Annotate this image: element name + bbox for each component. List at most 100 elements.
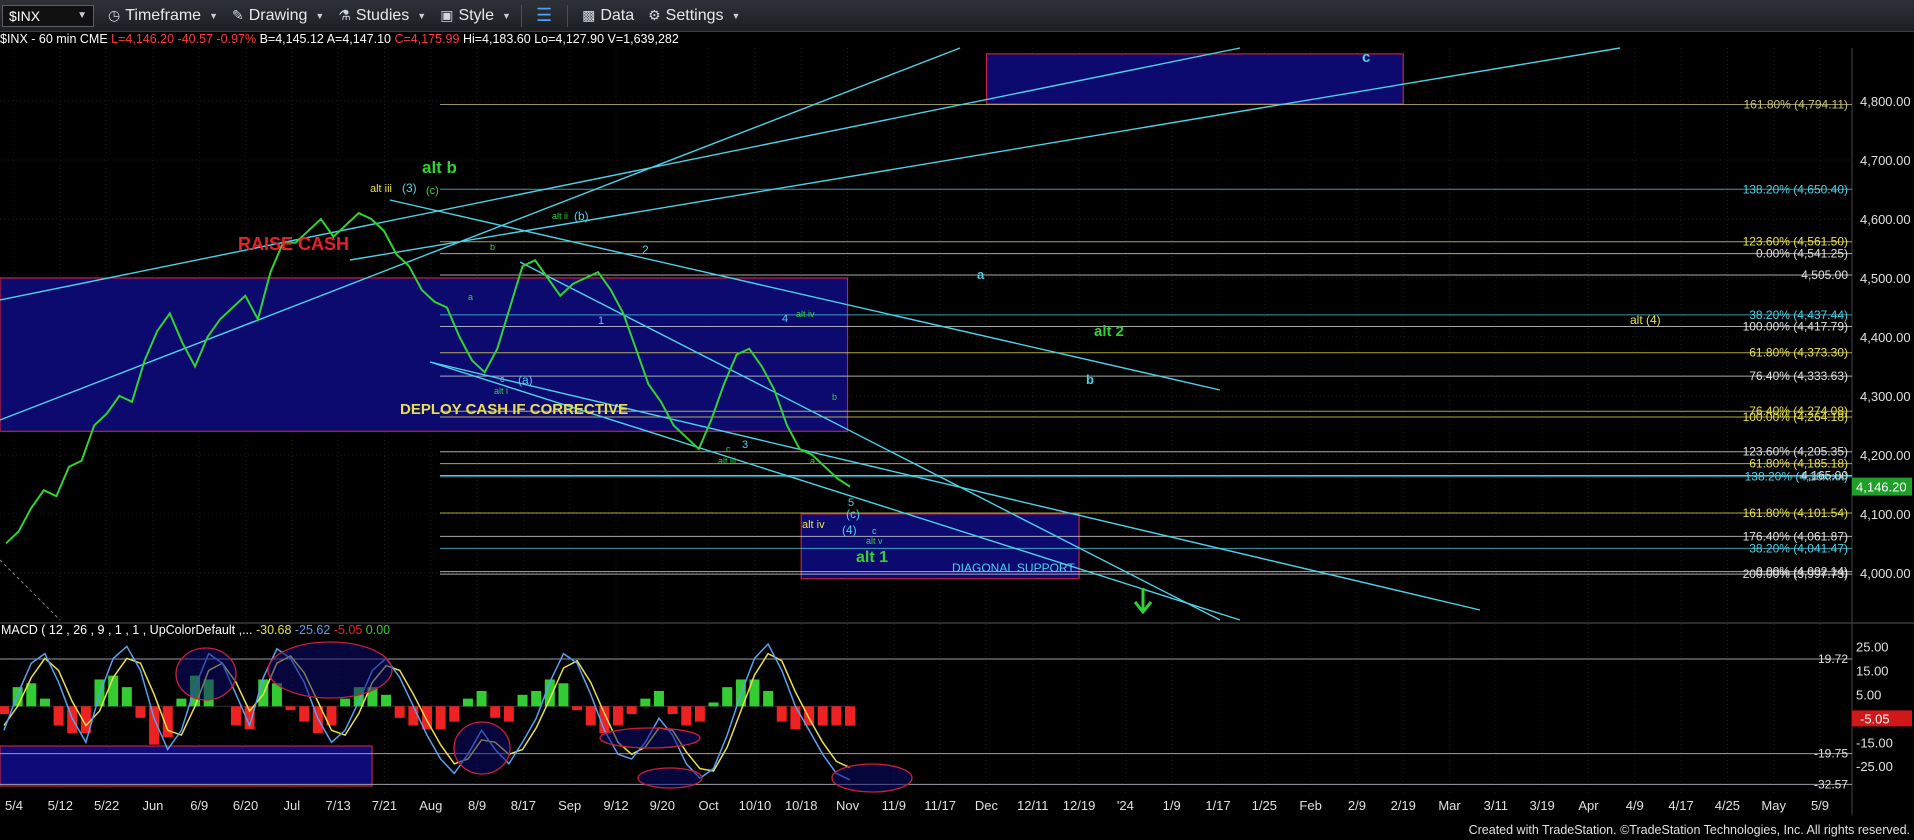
wave-annotation: DIAGONAL SUPPORT [952,561,1075,575]
macd-histogram-bar [285,706,296,711]
macd-histogram-bar [381,694,392,707]
price-chart[interactable]: 161.80% (4,794.11)138.20% (4,650.40)123.… [0,0,1914,840]
macd-histogram-bar [340,698,351,707]
wave-annotation: 2 [642,243,649,257]
x-axis-label: Oct [698,798,719,813]
x-axis-label: 12/11 [1017,798,1049,813]
wave-annotation: b [832,392,837,402]
x-axis-label: Jul [284,798,301,813]
macd-axis-label: -15.00 [1856,735,1893,750]
wave-annotation: b [1086,372,1094,387]
macd-histogram-bar [626,706,637,714]
macd-histogram-bar [790,706,801,730]
x-axis-label: '24 [1117,798,1134,813]
x-axis-label: 4/9 [1626,798,1644,813]
wave-annotation: 3 [742,439,748,451]
wave-annotation: alt iii [718,456,736,466]
macd-histogram-bar [763,690,774,707]
x-axis-label: 10/10 [739,798,772,813]
wave-annotation: b [490,242,495,252]
x-axis-label: 11/9 [882,798,906,813]
x-axis-label: 8/9 [468,798,486,813]
wave-annotation: alt i [494,386,508,396]
x-axis-label: Nov [836,798,860,813]
x-axis-label: 7/13 [325,798,350,813]
macd-axis-label: 5.00 [1856,687,1881,702]
x-axis-label: 8/17 [511,798,536,813]
wave-annotation: (b) [574,209,589,223]
macd-histogram-bar [408,706,419,726]
x-axis-label: 4/25 [1715,798,1740,813]
macd-histogram-bar [681,706,692,726]
macd-histogram-bar [667,706,678,714]
price-axis-label: 4,600.00 [1860,212,1911,227]
fib-level-label: 138.20% (4,650.40) [1743,182,1848,196]
x-axis-label: 1/25 [1252,798,1277,813]
macd-histogram-bar [694,706,705,722]
x-axis-label: 3/11 [1484,798,1508,813]
macd-histogram-bar [108,675,119,707]
wave-annotation: alt iv [796,309,815,319]
fib-level-label: 76.40% (4,333.63) [1749,369,1848,383]
macd-histogram-bar [449,706,460,722]
macd-reference-label: -32.57 [1814,777,1848,791]
macd-axis-label: 25.00 [1856,639,1889,654]
wave-annotation: alt v [866,536,883,546]
macd-value: -25.62 [291,623,330,637]
wave-annotation: (4) [842,523,857,537]
target-zone [985,53,1404,105]
macd-highlight-ellipse [453,721,511,775]
wave-annotation: alt (4) [1630,313,1661,327]
wave-annotation: 4 [782,313,788,325]
macd-reference-label: 19.72 [1818,652,1848,666]
fib-level-label: 100.00% (4,417.79) [1743,319,1848,333]
wave-annotation: a [810,456,815,466]
fib-level-label: 4,165.00 [1801,469,1848,483]
wave-annotation: c [500,374,505,384]
macd-highlight-ellipse [831,763,913,793]
wave-annotation: alt iv [802,519,825,531]
macd-histogram-bar [39,698,50,707]
x-axis-label: 4/17 [1668,798,1693,813]
copyright-footer: Created with TradeStation. ©TradeStation… [1468,823,1910,837]
macd-histogram-bar [845,706,855,726]
x-axis-label: 5/4 [5,798,23,813]
fib-level-label: 0.00% (4,541.25) [1756,247,1848,261]
macd-histogram-bar [503,706,514,722]
x-axis-label: May [1761,798,1786,813]
wave-annotation: DEPLOY CASH IF CORRECTIVE [400,401,628,418]
price-axis-label: 4,500.00 [1860,271,1911,286]
price-axis-label: 4,200.00 [1860,448,1911,463]
wave-annotation: alt ii [552,211,568,221]
macd-highlight-ellipse [267,641,393,699]
macd-histogram-bar [558,683,569,707]
macd-histogram-bar [640,698,651,707]
x-axis-label: 2/19 [1391,798,1416,813]
x-axis-label: Dec [975,798,999,813]
macd-value: 0.00 [362,623,390,637]
macd-histogram-bar [53,706,64,726]
macd-histogram-bar [394,706,405,718]
x-axis-label: 6/20 [233,798,258,813]
x-axis-label: 10/18 [785,798,818,813]
price-axis-label: 4,700.00 [1860,153,1911,168]
macd-histogram-bar [0,706,9,714]
wave-annotation: c [1362,49,1370,66]
macd-histogram-bar [121,687,132,707]
macd-histogram-bar [435,706,446,730]
wave-annotation: alt iii [370,183,392,195]
price-axis-label: 4,800.00 [1860,94,1911,109]
macd-highlight-ellipse [175,647,237,701]
fib-level-label: 4,505.00 [1801,268,1848,282]
macd-histogram-bar [517,694,528,707]
wave-annotation: c [726,444,731,454]
macd-histogram-bar [176,698,187,707]
price-axis-label: 4,400.00 [1860,330,1911,345]
wave-annotation: a [468,292,473,302]
x-axis-label: 7/21 [372,798,397,813]
macd-histogram-bar [230,706,241,726]
macd-histogram-bar [135,706,146,718]
fib-level-label: 61.80% (4,373.30) [1749,346,1848,360]
macd-histogram-bar [26,683,37,707]
x-axis-label: Mar [1438,798,1461,813]
